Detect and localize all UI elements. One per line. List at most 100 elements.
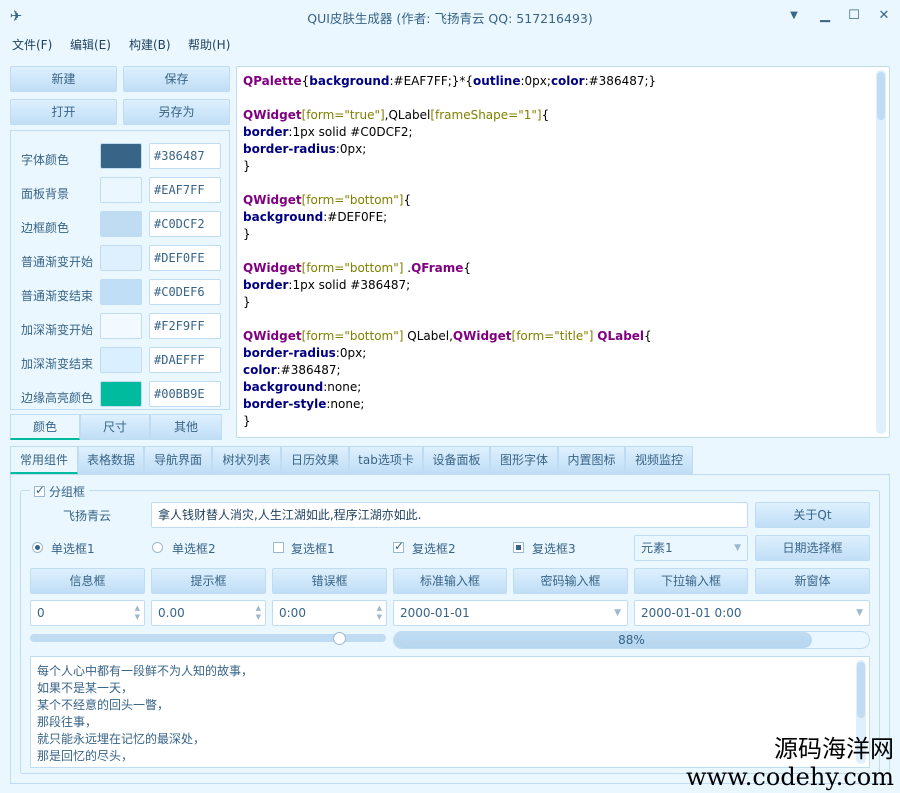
spin-arrows-icon[interactable]: ▲ ▼: [135, 604, 140, 622]
group-box-label: 分组框: [49, 485, 86, 499]
datetime-edit[interactable]: 2000-01-01 0:00 ▼: [634, 600, 870, 626]
code-line: color:#386487;: [243, 363, 341, 377]
chevron-down-icon: ▼: [614, 608, 621, 618]
color-hex-input[interactable]: #C0DCF2: [149, 211, 221, 237]
checkbox-3[interactable]: [513, 542, 524, 553]
tab-other[interactable]: 其他: [150, 414, 222, 440]
code-line: background:none;: [243, 380, 362, 394]
double-spinbox[interactable]: 0.00 ▲ ▼: [151, 600, 266, 626]
info-box-button[interactable]: 信息框: [30, 568, 145, 594]
tab-navigation[interactable]: 导航界面: [144, 446, 212, 474]
color-swatch-panel[interactable]: [100, 177, 142, 203]
tab-device-panel[interactable]: 设备面板: [423, 446, 490, 474]
color-swatch-normal-start[interactable]: [100, 245, 142, 271]
close-icon[interactable]: ✕: [874, 6, 894, 26]
group-box-checkbox[interactable]: [34, 483, 45, 497]
story-line: 那是回忆的尽头，: [37, 749, 134, 763]
color-label: 普通渐变开始: [21, 255, 94, 269]
double-spinbox-value: 0.00: [158, 606, 185, 620]
password-input-button[interactable]: 密码输入框: [513, 568, 628, 594]
tab-common-widgets[interactable]: 常用组件: [10, 446, 78, 474]
color-swatch-highlight[interactable]: [100, 381, 142, 407]
color-hex-input[interactable]: #C0DEF6: [149, 279, 221, 305]
tab-tree-list[interactable]: 树状列表: [212, 446, 281, 474]
stylesheet-editor[interactable]: QPalette{background:#EAF7FF;}*{outline:0…: [236, 66, 890, 438]
menu-help[interactable]: 帮助(H): [188, 36, 230, 53]
code-line: }: [243, 414, 251, 428]
checkbox-2-label: 复选框2: [412, 542, 456, 556]
color-swatch-dark-start[interactable]: [100, 313, 142, 339]
checkbox-2[interactable]: [393, 539, 404, 553]
menu-file[interactable]: 文件(F): [12, 36, 52, 53]
spin-arrows-icon[interactable]: ▲ ▼: [377, 604, 382, 622]
tab-icon-font[interactable]: 图形字体: [490, 446, 558, 474]
chevron-down-icon[interactable]: ▼: [784, 6, 804, 26]
story-line: 如果不是某一天，: [37, 681, 134, 695]
time-edit[interactable]: 0:00 ▲ ▼: [272, 600, 387, 626]
menu-build[interactable]: 构建(B): [129, 36, 171, 53]
date-edit[interactable]: 2000-01-01 ▼: [393, 600, 628, 626]
tab-table-data[interactable]: 表格数据: [78, 446, 144, 474]
tab-builtin-icons[interactable]: 内置图标: [558, 446, 625, 474]
int-spinbox[interactable]: 0 ▲ ▼: [30, 600, 145, 626]
color-label: 边缘高亮颜色: [21, 391, 94, 405]
motto-input[interactable]: 拿人钱财替人消灾,人生江湖如此,程序江湖亦如此.: [151, 502, 748, 528]
date-picker-button[interactable]: 日期选择框: [755, 535, 870, 561]
color-hex-input[interactable]: #DAEFFF: [149, 347, 221, 373]
radio-2[interactable]: [152, 542, 163, 553]
color-swatch-normal-end[interactable]: [100, 279, 142, 305]
int-spinbox-value: 0: [37, 606, 45, 620]
dropdown-input-button[interactable]: 下拉输入框: [634, 568, 748, 594]
checkbox-1[interactable]: [273, 542, 284, 553]
code-line: QWidget[form="true"],QLabel[frameShape="…: [243, 108, 550, 122]
window-title: QUI皮肤生成器 (作者: 飞扬青云 QQ: 517216493): [307, 11, 593, 26]
open-button[interactable]: 打开: [10, 99, 117, 125]
color-hex-input[interactable]: #00BB9E: [149, 381, 221, 407]
save-as-button[interactable]: 另存为: [123, 99, 230, 125]
spin-arrows-icon[interactable]: ▲ ▼: [256, 604, 261, 622]
standard-input-button[interactable]: 标准输入框: [393, 568, 507, 594]
maximize-icon[interactable]: ☐: [844, 6, 864, 26]
color-hex-input[interactable]: #DEF0FE: [149, 245, 221, 271]
slider-handle[interactable]: [332, 632, 346, 645]
watermark-line-1: 源码海洋网: [774, 735, 894, 763]
code-line: background:#DEF0FE;: [243, 210, 388, 224]
color-swatch-font[interactable]: [100, 143, 142, 169]
tab-video-monitor[interactable]: 视频监控: [625, 446, 693, 474]
new-window-button[interactable]: 新窗体: [755, 568, 870, 594]
color-panel: 字体颜色 #386487 面板背景 #EAF7FF 边框颜色 #C0DCF2 普…: [10, 130, 230, 410]
color-label: 字体颜色: [21, 153, 70, 167]
color-hex-input[interactable]: #EAF7FF: [149, 177, 221, 203]
error-box-button[interactable]: 错误框: [272, 568, 387, 594]
color-swatch-border[interactable]: [100, 211, 142, 237]
tab-calendar[interactable]: 日历效果: [281, 446, 349, 474]
color-swatch-dark-end[interactable]: [100, 347, 142, 373]
tab-tab-widget[interactable]: tab选项卡: [349, 446, 423, 474]
color-label: 面板背景: [21, 187, 70, 201]
new-button[interactable]: 新建: [10, 66, 117, 92]
radio-1[interactable]: [32, 542, 43, 553]
save-button[interactable]: 保存: [123, 66, 230, 92]
story-line: 某个不经意的回头一瞥，: [37, 698, 170, 712]
story-line: 那段往事，: [37, 715, 98, 729]
tab-size[interactable]: 尺寸: [80, 414, 150, 440]
color-hex-input[interactable]: #386487: [149, 143, 221, 169]
tip-box-button[interactable]: 提示框: [151, 568, 266, 594]
minimize-icon[interactable]: ▁: [815, 6, 835, 26]
element-combo[interactable]: 元素1 ▼: [634, 535, 748, 561]
menu-edit[interactable]: 编辑(E): [70, 36, 111, 53]
watermark-line-2: www.codehy.com: [686, 763, 894, 791]
color-hex-input[interactable]: #F2F9FF: [149, 313, 221, 339]
progress-bar: 88%: [393, 631, 870, 649]
code-line: QWidget[form="bottom"]{: [243, 193, 412, 207]
tab-color[interactable]: 颜色: [10, 414, 80, 440]
color-label: 边框颜色: [21, 221, 70, 235]
editor-scrollbar[interactable]: [876, 70, 886, 434]
time-edit-value: 0:00: [279, 606, 306, 620]
code-line: }: [243, 159, 251, 173]
menu-bar: 文件(F) 编辑(E) 构建(B) 帮助(H): [0, 32, 900, 56]
about-qt-button[interactable]: 关于Qt: [755, 502, 870, 528]
group-box-title[interactable]: 分组框: [30, 483, 90, 499]
